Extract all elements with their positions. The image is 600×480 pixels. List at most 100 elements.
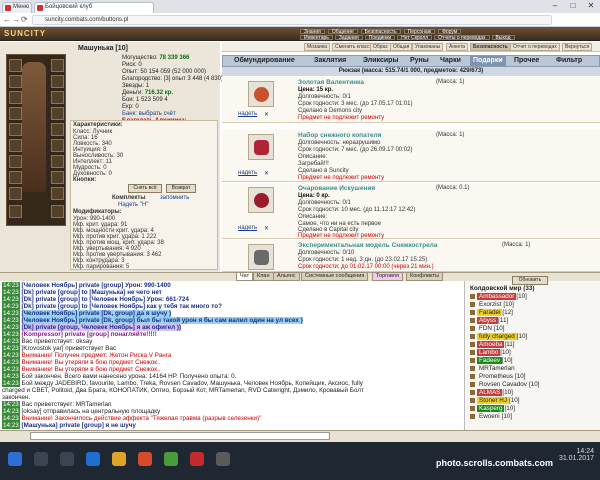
chat-message[interactable]: 14:23 [Dk] private [group, Человек Ноябр… xyxy=(2,324,462,331)
go-back-button[interactable]: Вернуться xyxy=(562,43,593,51)
player-entry[interactable]: Stoner HJ [10] xyxy=(470,397,520,404)
browser-tab-fight-club[interactable]: Бойцовский клуб xyxy=(34,2,154,13)
mosaic-button[interactable]: Мозаика xyxy=(304,43,330,51)
sets-put-on-link[interactable]: Надеть "Н" xyxy=(118,202,148,208)
forward-arrow-icon[interactable]: → xyxy=(12,15,20,25)
player-entry[interactable]: Ambassador [10] xyxy=(470,293,527,300)
app2-icon[interactable] xyxy=(216,452,230,466)
chat-message[interactable]: 14:23 [Dk] private [group] to [Человек Н… xyxy=(2,296,462,303)
app-icon[interactable] xyxy=(138,452,152,466)
sets-remember-link[interactable]: запомнить xyxy=(160,195,189,201)
taskbar-clock[interactable]: 14:24 31.01.2017 xyxy=(536,448,594,462)
transfer-report-button[interactable]: Отчет о переводах xyxy=(510,43,560,51)
wear-link[interactable]: надеть xyxy=(238,225,257,231)
wear-link[interactable]: надеть xyxy=(238,170,257,176)
profile-button[interactable]: Анкета xyxy=(446,43,468,51)
equip-slot-belt[interactable] xyxy=(9,123,22,136)
player-entry[interactable]: Rovsen Cavadov [10] xyxy=(470,381,539,388)
chat-input[interactable] xyxy=(30,432,330,440)
player-entry[interactable]: Kasperg [10] xyxy=(470,405,515,412)
tab-gifts[interactable]: Подарки xyxy=(470,56,506,66)
chat-message[interactable]: 14:23 [Dk] private [group] to [Машунька]… xyxy=(2,289,462,296)
menu-transfers[interactable]: Отчеты о переводах xyxy=(434,35,490,41)
player-entry[interactable]: MRTamerlan xyxy=(470,365,517,372)
start-icon[interactable] xyxy=(8,452,22,466)
sets-title[interactable]: Комплекты xyxy=(112,195,145,201)
player-entry[interactable]: Amoeba [11] xyxy=(470,341,515,348)
packed-button[interactable]: Упакованы xyxy=(412,43,444,51)
modifiers-title[interactable]: Модификаторы: xyxy=(73,209,122,215)
return-button[interactable]: Возврат xyxy=(166,184,196,193)
close-window-button[interactable]: ✕ xyxy=(582,0,600,12)
player-entry[interactable]: Abyss [11] xyxy=(470,317,508,324)
wear-link[interactable]: надеть xyxy=(238,111,257,117)
chat-tab-clan[interactable]: Клан xyxy=(253,272,274,281)
menu-fights[interactable]: Поединки xyxy=(364,35,396,41)
tab-equipment[interactable]: Обмундирование xyxy=(234,56,295,66)
security-button[interactable]: Безопасность xyxy=(470,43,511,51)
reload-icon[interactable]: ⟳ xyxy=(21,15,28,25)
player-entry[interactable]: Fadeev [10] xyxy=(470,357,513,364)
player-entry[interactable]: Lambo [10] xyxy=(470,349,511,356)
delete-icon[interactable]: ✕ xyxy=(264,111,269,118)
equip-slot-rune3[interactable] xyxy=(51,187,64,200)
character-name[interactable]: Машунька [10] xyxy=(78,45,128,52)
maximize-button[interactable]: □ xyxy=(564,0,582,12)
back-arrow-icon[interactable]: ← xyxy=(3,15,11,25)
menu-character[interactable]: Персонаж xyxy=(403,29,436,35)
chat-message[interactable]: 14:23 [Dk] private [group] to [Человек Н… xyxy=(2,303,462,310)
menu-knowledge[interactable]: Знания xyxy=(300,29,325,35)
image-button[interactable]: Образ xyxy=(370,43,391,51)
chat-tab-alliance[interactable]: Альянс xyxy=(273,272,300,281)
menu-inventory[interactable]: Инвентарь xyxy=(300,35,333,41)
change-class-button[interactable]: Сменить класс xyxy=(332,43,373,51)
equip-slot-rune2[interactable] xyxy=(51,171,64,184)
item-image[interactable] xyxy=(248,134,274,160)
item-image[interactable] xyxy=(248,244,274,270)
delete-icon[interactable]: ✕ xyxy=(264,170,269,177)
equip-slot-amulet[interactable] xyxy=(9,75,22,88)
chat-message[interactable]: 14:23 [Человек Ноябрь] private [Dk, grou… xyxy=(2,317,462,324)
player-entry[interactable]: Faradei [12] xyxy=(470,309,513,316)
tab-charms[interactable]: Чарки xyxy=(440,56,461,66)
stat-bank[interactable]: Банк: выбрать счёт xyxy=(122,111,176,117)
item-image[interactable] xyxy=(248,187,274,213)
chat-tab-chat[interactable]: Чат xyxy=(236,272,254,281)
equip-slot-necklace[interactable] xyxy=(51,75,64,88)
characteristics-title[interactable]: Характеристики: xyxy=(73,122,123,128)
chat-message[interactable]: 14:23 [Человек Ноябрь] private [group] У… xyxy=(2,282,462,289)
player-entry[interactable]: Prometheus [10] xyxy=(470,373,525,380)
menu-forum[interactable]: Форум xyxy=(438,29,462,35)
item-image[interactable] xyxy=(248,81,274,107)
player-entry[interactable]: Exorzist [10] xyxy=(470,301,514,308)
chrome-icon[interactable] xyxy=(164,452,178,466)
minimize-button[interactable]: – xyxy=(546,0,564,12)
menu-quests[interactable]: Задания xyxy=(334,35,363,41)
chat-message[interactable]: 14:23 [Kompressor] private [group] понаг… xyxy=(2,331,462,338)
equip-slot-helmet[interactable] xyxy=(9,59,22,72)
equip-slot-rune[interactable] xyxy=(51,155,64,168)
browser-tab-menu[interactable]: Меню xyxy=(2,2,32,13)
search-icon[interactable] xyxy=(34,452,48,466)
chat-message[interactable]: 14:23 [Человек Ноябрь] private [Dk, grou… xyxy=(2,310,462,317)
player-entry[interactable]: Ewoeni [10] xyxy=(470,413,512,420)
equip-slot-bracers[interactable] xyxy=(51,123,64,136)
general-button[interactable]: Общая xyxy=(390,43,413,51)
menu-security[interactable]: Безопасность xyxy=(360,29,401,35)
equip-slot-pants[interactable] xyxy=(9,187,22,200)
edge-icon[interactable] xyxy=(86,452,100,466)
player-entry[interactable]: ALMAS [10] xyxy=(470,389,513,396)
menu-no-scroll[interactable]: Нет Скролл xyxy=(397,35,433,41)
equip-slot-weapon[interactable] xyxy=(9,91,22,104)
menu-communication[interactable]: Общение xyxy=(327,29,358,35)
explorer-icon[interactable] xyxy=(112,452,126,466)
delete-icon[interactable]: ✕ xyxy=(264,225,269,232)
equip-slot-arrows[interactable] xyxy=(51,139,64,152)
chat-tab-system[interactable]: Системные сообщения xyxy=(301,272,369,281)
chat-message[interactable]: 14:23 [Машунька] private [group] я не шу… xyxy=(2,422,462,429)
equip-slot-armor[interactable] xyxy=(9,107,22,120)
equip-slot-ring3[interactable] xyxy=(9,171,22,184)
task-view-icon[interactable] xyxy=(60,452,74,466)
equip-slot-ring[interactable] xyxy=(9,139,22,152)
equip-slot-ring2[interactable] xyxy=(9,155,22,168)
